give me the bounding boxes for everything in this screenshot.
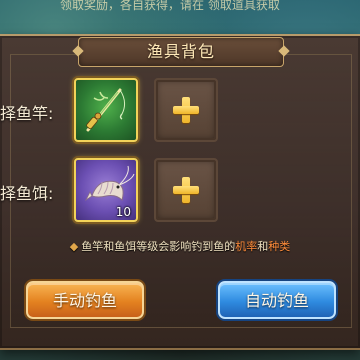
manual-fishing-button[interactable]: 手动钓鱼 [26, 281, 144, 319]
hint-part2: 和 [257, 240, 269, 253]
fishing-rod-icon [86, 88, 126, 132]
hint-accent-probability: 机率 [235, 240, 258, 253]
hint-part1: 鱼竿和鱼饵等级会影响钓到鱼的 [81, 240, 236, 253]
hint-accent-type: 种类 [268, 240, 291, 253]
plus-icon [173, 97, 199, 123]
equipped-bait-slot[interactable]: 10 [74, 158, 138, 222]
hint-bullet-icon: ◆ [69, 240, 79, 253]
auto-fishing-button[interactable]: 自动钓鱼 [218, 281, 336, 319]
plus-icon [173, 177, 199, 203]
gear-hint-text: ◆ 鱼竿和鱼饵等级会影响钓到鱼的机率和种类 [0, 238, 360, 254]
panel-title-banner: 渔具背包 [78, 37, 284, 67]
panel-title: 渔具背包 [146, 42, 215, 61]
select-bait-label: 择鱼饵: [0, 184, 54, 203]
bait-count: 10 [115, 205, 131, 219]
add-bait-slot[interactable] [154, 158, 218, 222]
add-rod-slot[interactable] [154, 78, 218, 142]
background-quest-text: 领取奖励，各自获得，请在 领取道具获取 [60, 0, 280, 12]
select-rod-label: 择鱼竿: [0, 104, 54, 123]
equipped-rod-slot[interactable] [74, 78, 138, 142]
